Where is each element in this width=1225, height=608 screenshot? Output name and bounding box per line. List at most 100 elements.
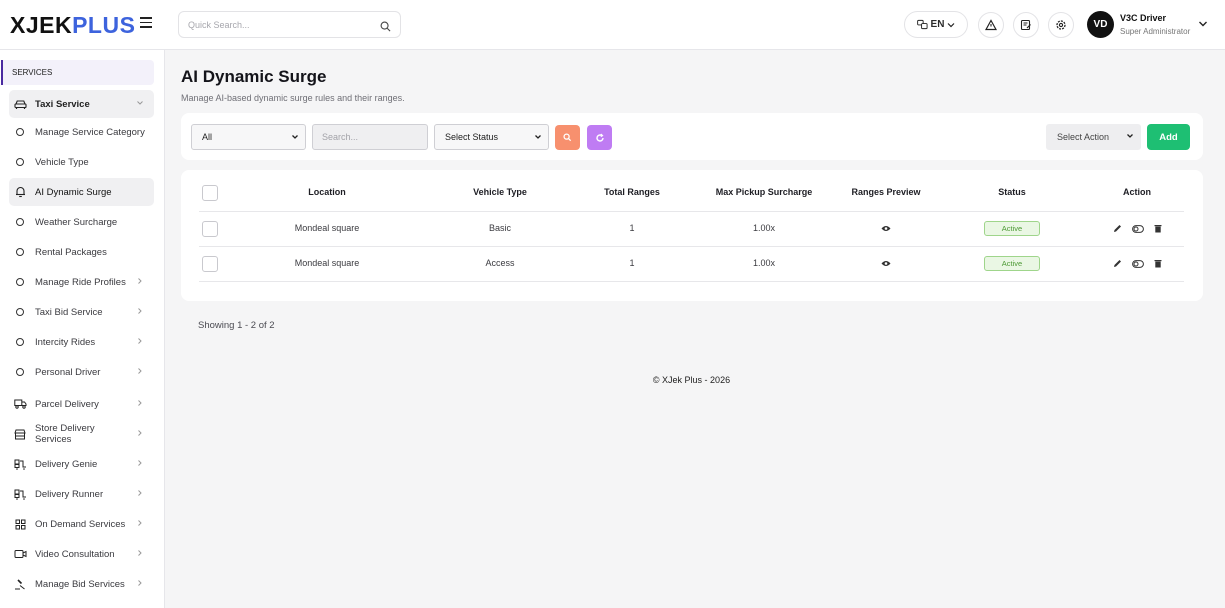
language-selector[interactable]: EN	[904, 11, 968, 38]
chevron-right-icon	[138, 460, 142, 466]
row-divider	[199, 281, 1184, 282]
sidebar-item-manage-ride-profiles[interactable]: Manage Ride Profiles	[9, 268, 154, 296]
user-name: V3C Driver	[1120, 13, 1167, 23]
car-icon	[9, 99, 31, 110]
delivery-icon	[9, 459, 31, 470]
circle-icon	[9, 278, 31, 286]
app-logo[interactable]: XJEKPLUS	[10, 12, 135, 39]
row-divider	[199, 246, 1184, 247]
search-button[interactable]	[555, 125, 580, 150]
sidebar-item-manage-service-category[interactable]: Manage Service Category	[9, 118, 154, 146]
circle-icon	[9, 158, 31, 166]
status-select[interactable]: Select Status	[434, 124, 549, 150]
page-title: AI Dynamic Surge	[181, 67, 327, 86]
eye-icon[interactable]	[881, 225, 891, 232]
chevron-down-icon	[137, 101, 143, 105]
cell-vehicle-type: Access	[485, 258, 515, 268]
sidebar-item-taxi-service[interactable]: Taxi Service	[9, 90, 154, 118]
column-header-max-pickup-surcharge[interactable]: Max Pickup Surcharge	[716, 187, 813, 197]
alert-triangle-icon	[985, 19, 997, 31]
column-header-total-ranges[interactable]: Total Ranges	[604, 187, 660, 197]
reset-button[interactable]	[587, 125, 612, 150]
toggle-icon[interactable]	[1132, 259, 1144, 268]
settings-icon	[1056, 20, 1066, 30]
row-checkbox[interactable]	[202, 221, 218, 237]
bell-icon	[9, 186, 31, 198]
chevron-down-icon	[535, 135, 541, 139]
chevron-down-icon	[292, 135, 298, 139]
circle-icon	[9, 218, 31, 226]
chevron-right-icon	[138, 278, 142, 284]
chevron-right-icon	[138, 430, 142, 436]
sidebar-item-intercity-rides[interactable]: Intercity Rides	[9, 328, 154, 356]
alerts-button[interactable]	[978, 12, 1004, 38]
cell-total-ranges: 1	[629, 223, 635, 233]
pagination-info: Showing 1 - 2 of 2	[198, 320, 275, 331]
sidebar-item-vehicle-type[interactable]: Vehicle Type	[9, 148, 154, 176]
sidebar-item-video-consultation[interactable]: Video Consultation	[9, 540, 154, 568]
sidebar-item-ai-dynamic-surge[interactable]: AI Dynamic Surge	[9, 178, 154, 206]
add-button[interactable]: Add	[1147, 124, 1190, 150]
sidebar-item-weather-surcharge[interactable]: Weather Surcharge	[9, 208, 154, 236]
chevron-right-icon	[138, 490, 142, 496]
sidebar-item-rental-packages[interactable]: Rental Packages	[9, 238, 154, 266]
search-icon[interactable]	[380, 19, 391, 37]
refresh-icon	[595, 133, 604, 142]
filter-bar: All Select Status Select Action Add	[181, 113, 1203, 160]
column-header-action: Action	[1123, 187, 1151, 197]
settings-button[interactable]	[1048, 12, 1074, 38]
column-header-vehicle-type[interactable]: Vehicle Type	[473, 187, 527, 197]
page-subtitle: Manage AI-based dynamic surge rules and …	[181, 93, 405, 103]
language-label: EN	[930, 19, 945, 30]
chevron-down-icon[interactable]	[1198, 19, 1208, 29]
notes-button[interactable]	[1013, 12, 1039, 38]
bulk-action-select[interactable]: Select Action	[1046, 124, 1141, 150]
trash-icon[interactable]	[1154, 224, 1162, 233]
grid-icon	[9, 519, 31, 530]
circle-icon	[9, 308, 31, 316]
filter-search	[312, 124, 428, 150]
quick-search	[178, 11, 401, 38]
sidebar-item-store-delivery-services[interactable]: Store Delivery Services	[9, 420, 154, 448]
select-all-checkbox[interactable]	[202, 185, 218, 201]
row-actions	[1113, 224, 1162, 233]
quick-search-input[interactable]	[179, 12, 359, 37]
location-select[interactable]: All	[191, 124, 306, 150]
cell-max-pickup: 1.00x	[752, 223, 776, 233]
chevron-right-icon	[138, 338, 142, 344]
chevron-right-icon	[138, 400, 142, 406]
edit-icon[interactable]	[1113, 259, 1122, 268]
sidebar-item-parcel-delivery[interactable]: Parcel Delivery	[9, 390, 154, 418]
menu-toggle-icon[interactable]	[140, 17, 152, 29]
user-role: Super Administrator	[1120, 27, 1191, 36]
footer-copyright: © XJek Plus - 2026	[652, 375, 731, 385]
edit-icon[interactable]	[1113, 224, 1122, 233]
row-checkbox[interactable]	[202, 256, 218, 272]
notes-icon	[1020, 19, 1031, 31]
sidebar-item-on-demand-services[interactable]: On Demand Services	[9, 510, 154, 538]
eye-icon[interactable]	[881, 260, 891, 267]
cell-vehicle-type: Basic	[488, 223, 512, 233]
toggle-icon[interactable]	[1132, 224, 1144, 233]
sidebar-item-delivery-runner[interactable]: Delivery Runner	[9, 480, 154, 508]
status-badge: Active	[984, 221, 1040, 236]
cell-location: Mondeal square	[294, 223, 360, 233]
sidebar-item-delivery-genie[interactable]: Delivery Genie	[9, 450, 154, 478]
sidebar-item-manage-bid-services[interactable]: Manage Bid Services	[9, 570, 154, 598]
column-header-location[interactable]: Location	[308, 187, 346, 197]
trash-icon[interactable]	[1154, 259, 1162, 268]
column-header-status[interactable]: Status	[998, 187, 1026, 197]
surge-table: Location Vehicle Type Total Ranges Max P…	[181, 170, 1203, 301]
avatar[interactable]: VD	[1087, 11, 1114, 38]
chevron-right-icon	[138, 550, 142, 556]
chevron-right-icon	[138, 368, 142, 374]
cell-total-ranges: 1	[629, 258, 635, 268]
circle-icon	[9, 338, 31, 346]
store-icon	[9, 429, 31, 440]
translate-icon	[916, 19, 928, 30]
filter-search-input[interactable]	[313, 125, 427, 149]
chevron-down-icon	[948, 22, 955, 27]
video-icon	[9, 549, 31, 559]
sidebar-item-taxi-bid-service[interactable]: Taxi Bid Service	[9, 298, 154, 326]
chevron-right-icon	[138, 520, 142, 526]
